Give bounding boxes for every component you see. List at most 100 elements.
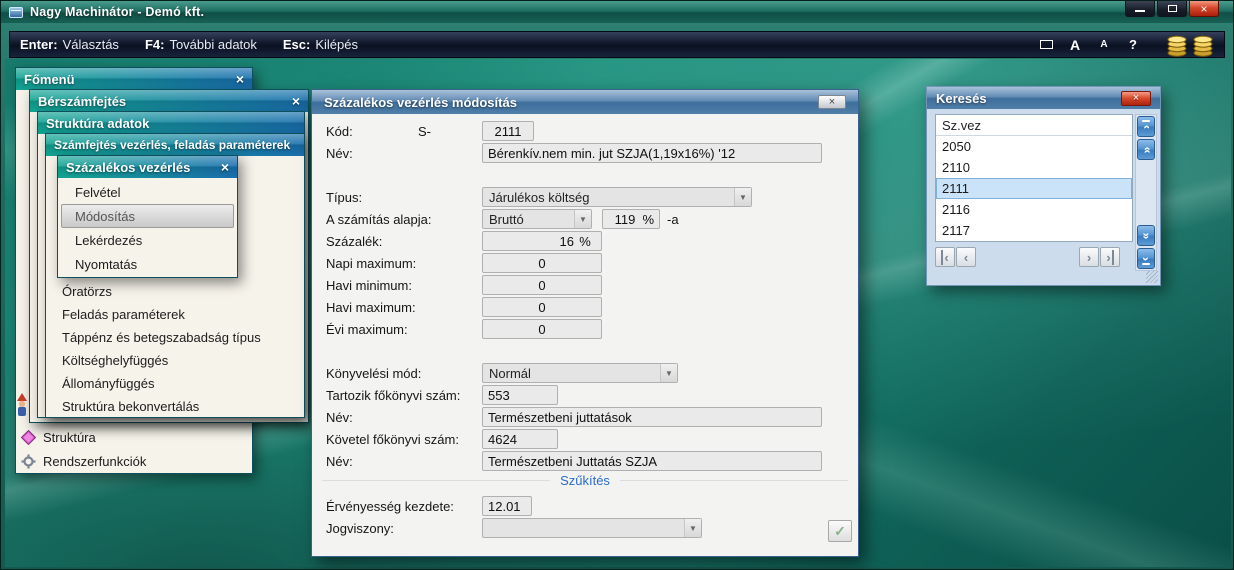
scroll-to-top-button[interactable]: › bbox=[1137, 116, 1155, 137]
havi-minimum-input[interactable]: 0 bbox=[482, 275, 602, 295]
fomenu-header[interactable]: Főmenü × bbox=[16, 68, 252, 90]
menu-item-koltseghelyfugges[interactable]: Költséghelyfüggés bbox=[46, 349, 304, 372]
search-row[interactable]: 2110 bbox=[936, 157, 1132, 178]
menu-item-rendszerfunkciok[interactable]: Rendszerfunkciók bbox=[18, 449, 250, 473]
nav-next-icon: › bbox=[1087, 250, 1091, 265]
shortcut-f4[interactable]: F4: További adatok bbox=[145, 37, 257, 52]
field-evi-maximum: Évi maximum: 0 bbox=[326, 319, 602, 339]
menu-item-struktura[interactable]: Struktúra bbox=[18, 425, 250, 449]
tartozik-fokonyvi-value: 553 bbox=[488, 388, 510, 403]
scroll-to-bottom-button[interactable]: › bbox=[1137, 248, 1155, 269]
menu-item-allomanyfugges[interactable]: Állományfüggés bbox=[46, 372, 304, 395]
search-row[interactable]: 2111 bbox=[936, 178, 1132, 199]
nev2-input[interactable]: Természetbeni juttatások bbox=[482, 407, 822, 427]
nav-first-button[interactable]: ‹ bbox=[935, 247, 955, 267]
field-label: Név: bbox=[326, 410, 482, 425]
field-tipus: Típus: Járulékos költség ▼ bbox=[326, 187, 752, 207]
field-nev1: Név: Bérenkív.nem min. jut SZJA(1,19x16%… bbox=[326, 143, 822, 163]
close-icon[interactable]: × bbox=[228, 72, 244, 86]
close-icon[interactable]: × bbox=[284, 94, 300, 108]
havi-maximum-input[interactable]: 0 bbox=[482, 297, 602, 317]
kovetel-fokonyvi-input[interactable]: 4624 bbox=[482, 429, 558, 449]
szazalek-input[interactable]: 16 % bbox=[482, 231, 602, 251]
minimize-button[interactable] bbox=[1125, 1, 1155, 17]
napi-maximum-input[interactable]: 0 bbox=[482, 253, 602, 273]
tartozik-fokonyvi-input[interactable]: 553 bbox=[482, 385, 558, 405]
berszamfejtes-header[interactable]: Bérszámfejtés × bbox=[30, 90, 308, 112]
dialog-titlebar[interactable]: Százalékos vezérlés módosítás × bbox=[312, 90, 858, 114]
menu-item-modositas[interactable]: Módosítás bbox=[61, 204, 234, 228]
scroll-page-down-button[interactable]: » bbox=[1137, 225, 1155, 246]
close-button[interactable]: × bbox=[1189, 1, 1219, 17]
maximize-button[interactable] bbox=[1157, 1, 1187, 17]
search-close-button[interactable]: × bbox=[1121, 91, 1151, 106]
fomenu-items: Struktúra Rendszerfunkciók bbox=[18, 425, 250, 473]
scroll-page-up-button[interactable]: » bbox=[1137, 139, 1155, 160]
nav-first-icon: ‹ bbox=[941, 250, 948, 265]
field-havi-maximum: Havi maximum: 0 bbox=[326, 297, 602, 317]
coins-icon[interactable] bbox=[1192, 33, 1214, 57]
chevron-down-icon: ▼ bbox=[574, 210, 591, 228]
window-mode-button[interactable] bbox=[1034, 34, 1058, 55]
napi-maximum-value: 0 bbox=[538, 256, 545, 271]
menu-item-label: Struktúra bbox=[43, 430, 96, 445]
menu-item-oratorzs[interactable]: Óratörzs bbox=[46, 280, 304, 303]
nav-last-button[interactable]: › bbox=[1100, 247, 1120, 267]
search-row[interactable]: 2050 bbox=[936, 136, 1132, 157]
dialog-szazalekos-vezerles-modositas: Százalékos vezérlés módosítás × Kód: S- … bbox=[311, 89, 859, 557]
nav-next-button[interactable]: › bbox=[1079, 247, 1099, 267]
menu-item-struktura-bekonvertalas[interactable]: Struktúra bekonvertálás bbox=[46, 395, 304, 418]
menu-item-feladas-parameterek[interactable]: Feladás paraméterek bbox=[46, 303, 304, 326]
font-decrease-button[interactable]: A bbox=[1092, 34, 1116, 55]
menu-item-felvetel[interactable]: Felvétel bbox=[61, 180, 234, 204]
kovetel-fokonyvi-value: 4624 bbox=[488, 432, 517, 447]
search-row[interactable]: 2116 bbox=[936, 199, 1132, 220]
jogviszony-dropdown[interactable]: ▼ bbox=[482, 518, 702, 538]
nav-prev-button[interactable]: ‹ bbox=[956, 247, 976, 267]
szazalekos-vezerles-header[interactable]: Százalékos vezérlés × bbox=[58, 156, 237, 178]
konyvelesi-mod-dropdown[interactable]: Normál ▼ bbox=[482, 363, 678, 383]
tipus-dropdown[interactable]: Járulékos költség ▼ bbox=[482, 187, 752, 207]
szamitas-percent-input[interactable]: 119 % bbox=[602, 209, 660, 229]
panel-title: Főmenü bbox=[24, 72, 75, 87]
evi-maximum-input[interactable]: 0 bbox=[482, 319, 602, 339]
szukites-link[interactable]: Szűkítés bbox=[560, 473, 610, 488]
search-row[interactable]: 2117 bbox=[936, 220, 1132, 241]
app-window: Nagy Machinátor - Demó kft. × Enter: Vál… bbox=[0, 0, 1234, 570]
font-increase-button[interactable]: A bbox=[1063, 34, 1087, 55]
szamitas-alapja-dropdown[interactable]: Bruttó ▼ bbox=[482, 209, 592, 229]
search-panel: Keresés × Sz.vez 2050 2110 2111 2116 211… bbox=[926, 86, 1161, 286]
struktura-adatok-header[interactable]: Struktúra adatok bbox=[38, 112, 304, 134]
search-header[interactable]: Keresés × bbox=[927, 87, 1160, 109]
field-label: Érvényesség kezdete: bbox=[326, 499, 482, 514]
close-icon[interactable]: × bbox=[213, 160, 229, 174]
search-column-header[interactable]: Sz.vez bbox=[936, 115, 1132, 136]
dialog-close-button[interactable]: × bbox=[818, 95, 846, 109]
nav-prev-icon: ‹ bbox=[964, 250, 968, 265]
nev3-input[interactable]: Természetbeni Juttatás SZJA bbox=[482, 451, 822, 471]
menu-item-nyomtatas[interactable]: Nyomtatás bbox=[61, 252, 234, 276]
ervenyesseg-input[interactable]: 12.01 bbox=[482, 496, 532, 516]
shortcut-label: Választás bbox=[63, 37, 119, 52]
coins-icon[interactable] bbox=[1166, 33, 1188, 57]
menu-item-lekerdezes[interactable]: Lekérdezés bbox=[61, 228, 234, 252]
help-button[interactable]: ? bbox=[1121, 34, 1145, 55]
system-functions-icon bbox=[21, 454, 36, 469]
szukites-row: Szűkítés bbox=[322, 473, 848, 488]
kod-input[interactable]: 2111 bbox=[482, 121, 534, 141]
chevron-down-icon: ▼ bbox=[734, 188, 751, 206]
confirm-button[interactable]: ✓ bbox=[828, 520, 852, 542]
chevron-up-line-icon: › bbox=[1140, 125, 1152, 129]
close-icon: × bbox=[1133, 92, 1139, 104]
menu-item-tappenz[interactable]: Táppénz és betegszabadság típus bbox=[46, 326, 304, 349]
struktura-icon bbox=[21, 430, 36, 445]
szamfejtes-vezerles-header[interactable]: Számfejtés vezérlés, feladás paraméterek bbox=[46, 134, 304, 156]
resize-grip[interactable] bbox=[1146, 271, 1158, 283]
shortcut-enter[interactable]: Enter: Választás bbox=[20, 37, 119, 52]
shortcut-esc[interactable]: Esc: Kilépés bbox=[283, 37, 358, 52]
chevron-down-icon: ▼ bbox=[660, 364, 677, 382]
menubar: Enter: Választás F4: További adatok Esc:… bbox=[9, 31, 1225, 58]
nev1-input[interactable]: Bérenkív.nem min. jut SZJA(1,19x16%) '12 bbox=[482, 143, 822, 163]
field-label: Évi maximum: bbox=[326, 322, 482, 337]
konyvelesi-mod-value: Normál bbox=[489, 366, 531, 381]
